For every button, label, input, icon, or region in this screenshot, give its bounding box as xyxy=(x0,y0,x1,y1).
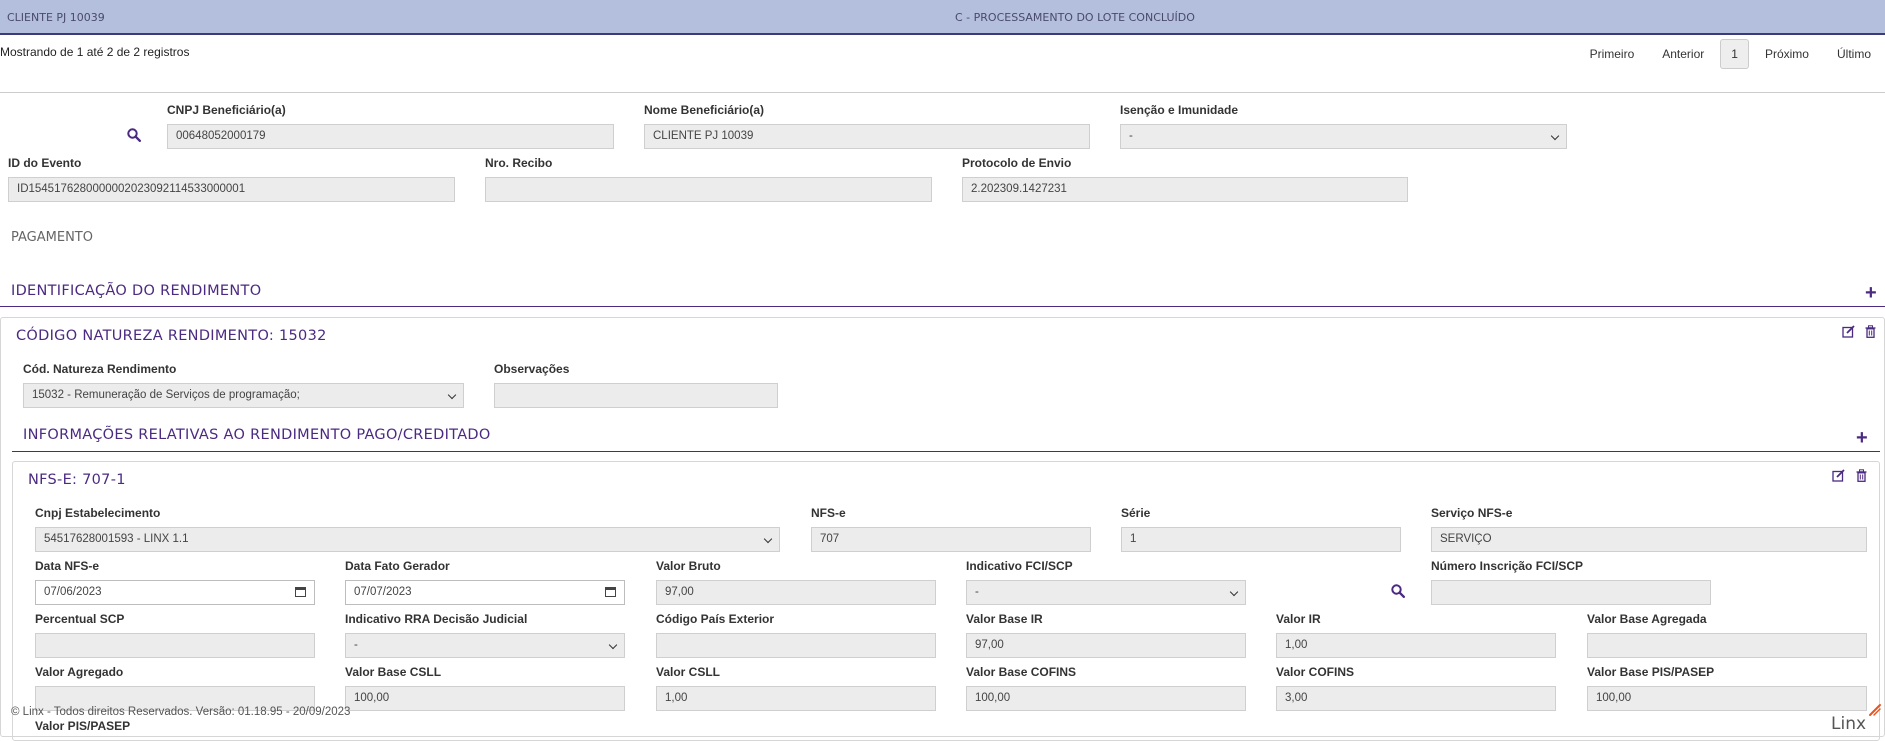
isencao-label: Isenção e Imunidade xyxy=(1120,103,1239,117)
client-name: CLIENTE PJ 10039 xyxy=(7,11,105,24)
linx-logo: Linx xyxy=(1831,714,1867,734)
base-csll-field[interactable]: 100,00 xyxy=(345,686,625,711)
base-agregada-field[interactable] xyxy=(1587,633,1867,658)
valor-pis-label: Valor PIS/PASEP xyxy=(35,719,131,733)
percentual-scp-label: Percentual SCP xyxy=(35,612,125,626)
trash-icon[interactable] xyxy=(1855,469,1868,482)
base-cofins-field[interactable]: 100,00 xyxy=(966,686,1246,711)
identificacao-title: IDENTIFICAÇÃO DO RENDIMENTO xyxy=(11,283,262,299)
base-ir-label: Valor Base IR xyxy=(966,612,1043,626)
isencao-value: - xyxy=(1129,130,1133,142)
indicativo-fci-select[interactable]: - xyxy=(966,580,1246,605)
pais-exterior-field[interactable] xyxy=(656,633,936,658)
recibo-label: Nro. Recibo xyxy=(485,156,553,170)
cnpj-estabelecimento-value: 54517628001593 - LINX 1.1 xyxy=(44,533,189,545)
numero-fci-label: Número Inscrição FCI/SCP xyxy=(1431,559,1584,573)
base-pis-label: Valor Base PIS/PASEP xyxy=(1587,665,1715,679)
data-nfse-value: 07/06/2023 xyxy=(44,586,102,598)
cnpj-estabelecimento-select[interactable]: 54517628001593 - LINX 1.1 xyxy=(35,527,780,552)
nfse-number-label: NFS-e xyxy=(811,506,846,520)
pagination-first[interactable]: Primeiro xyxy=(1576,47,1649,61)
search-icon[interactable] xyxy=(127,128,141,142)
pagination-page-1[interactable]: 1 xyxy=(1720,39,1749,69)
data-fato-field[interactable]: 07/07/2023 xyxy=(345,580,625,605)
base-pis-field[interactable]: 100,00 xyxy=(1587,686,1867,711)
numero-fci-field[interactable] xyxy=(1431,580,1711,605)
divider xyxy=(0,92,1885,93)
cod-natureza-label: Cód. Natureza Rendimento xyxy=(23,362,177,376)
informacoes-title: INFORMAÇÕES RELATIVAS AO RENDIMENTO PAGO… xyxy=(23,427,491,443)
linx-logo-mark-icon xyxy=(1869,704,1881,716)
recibo-field[interactable] xyxy=(485,177,932,202)
nfse-title: NFS-E: 707-1 xyxy=(28,472,126,488)
valor-bruto-label: Valor Bruto xyxy=(656,559,721,573)
add-identificacao-plus-icon[interactable]: + xyxy=(1865,283,1877,303)
calendar-icon[interactable] xyxy=(295,587,306,597)
data-fato-label: Data Fato Gerador xyxy=(345,559,450,573)
data-nfse-field[interactable]: 07/06/2023 xyxy=(35,580,315,605)
valor-cofins-label: Valor COFINS xyxy=(1276,665,1355,679)
cnpj-estabelecimento-label: Cnpj Estabelecimento xyxy=(35,506,161,520)
informacoes-underline xyxy=(12,451,1880,452)
valor-cofins-field[interactable]: 3,00 xyxy=(1276,686,1556,711)
serie-field[interactable]: 1 xyxy=(1121,527,1401,552)
protocolo-field[interactable]: 2.202309.1427231 xyxy=(962,177,1408,202)
trash-icon[interactable] xyxy=(1864,325,1877,338)
top-bar: CLIENTE PJ 10039 C - PROCESSAMENTO DO LO… xyxy=(0,0,1885,35)
cnpj-beneficiario-field[interactable]: 00648052000179 xyxy=(167,124,614,149)
nome-beneficiario-field[interactable]: CLIENTE PJ 10039 xyxy=(644,124,1090,149)
edit-icon[interactable] xyxy=(1842,325,1855,338)
valor-agregado-label: Valor Agregado xyxy=(35,665,124,679)
pagamento-heading: PAGAMENTO xyxy=(11,230,93,245)
rra-select[interactable]: - xyxy=(345,633,625,658)
indicativo-fci-label: Indicativo FCI/SCP xyxy=(966,559,1073,573)
base-agregada-label: Valor Base Agregada xyxy=(1587,612,1707,626)
id-evento-field[interactable]: ID1545176280000002023092114533000001 xyxy=(8,177,455,202)
isencao-select[interactable]: - xyxy=(1120,124,1567,149)
observacoes-label: Observações xyxy=(494,362,570,376)
records-info: Mostrando de 1 até 2 de 2 registros xyxy=(0,45,190,59)
pagination-prev[interactable]: Anterior xyxy=(1648,47,1718,61)
nfse-number-field[interactable]: 707 xyxy=(811,527,1091,552)
servico-nfse-label: Serviço NFS-e xyxy=(1431,506,1513,520)
pagination-last[interactable]: Último xyxy=(1823,47,1885,61)
base-csll-label: Valor Base CSLL xyxy=(345,665,442,679)
percentual-scp-field[interactable] xyxy=(35,633,315,658)
valor-ir-field[interactable]: 1,00 xyxy=(1276,633,1556,658)
cod-natureza-value: 15032 - Remuneração de Serviços de progr… xyxy=(32,389,300,401)
rra-label: Indicativo RRA Decisão Judicial xyxy=(345,612,528,626)
pais-exterior-label: Código País Exterior xyxy=(656,612,775,626)
valor-csll-field[interactable]: 1,00 xyxy=(656,686,936,711)
edit-icon[interactable] xyxy=(1832,469,1845,482)
natureza-title: CÓDIGO NATUREZA RENDIMENTO: 15032 xyxy=(16,328,327,344)
base-cofins-label: Valor Base COFINS xyxy=(966,665,1077,679)
valor-csll-label: Valor CSLL xyxy=(656,665,721,679)
search-icon[interactable] xyxy=(1391,584,1405,598)
base-ir-field[interactable]: 97,00 xyxy=(966,633,1246,658)
valor-bruto-field[interactable]: 97,00 xyxy=(656,580,936,605)
observacoes-field[interactable] xyxy=(494,383,778,408)
identificacao-underline xyxy=(0,306,1885,307)
add-informacoes-plus-icon[interactable]: + xyxy=(1856,428,1868,448)
data-nfse-label: Data NFS-e xyxy=(35,559,100,573)
pagination: Primeiro Anterior 1 Próximo Último xyxy=(1576,39,1885,69)
protocolo-label: Protocolo de Envio xyxy=(962,156,1072,170)
cnpj-beneficiario-label: CNPJ Beneficiário(a) xyxy=(167,103,286,117)
rra-value: - xyxy=(354,639,358,651)
valor-ir-label: Valor IR xyxy=(1276,612,1321,626)
servico-nfse-field[interactable]: SERVIÇO xyxy=(1431,527,1867,552)
footer-copyright: © Linx - Todos direitos Reservados. Vers… xyxy=(11,706,351,718)
serie-label: Série xyxy=(1121,506,1151,520)
data-fato-value: 07/07/2023 xyxy=(354,586,412,598)
nome-beneficiario-label: Nome Beneficiário(a) xyxy=(644,103,765,117)
indicativo-fci-value: - xyxy=(975,586,979,598)
process-status: C - PROCESSAMENTO DO LOTE CONCLUÍDO xyxy=(955,11,1195,24)
cod-natureza-select[interactable]: 15032 - Remuneração de Serviços de progr… xyxy=(23,383,464,408)
calendar-icon[interactable] xyxy=(605,587,616,597)
id-evento-label: ID do Evento xyxy=(8,156,82,170)
pagination-next[interactable]: Próximo xyxy=(1751,47,1823,61)
